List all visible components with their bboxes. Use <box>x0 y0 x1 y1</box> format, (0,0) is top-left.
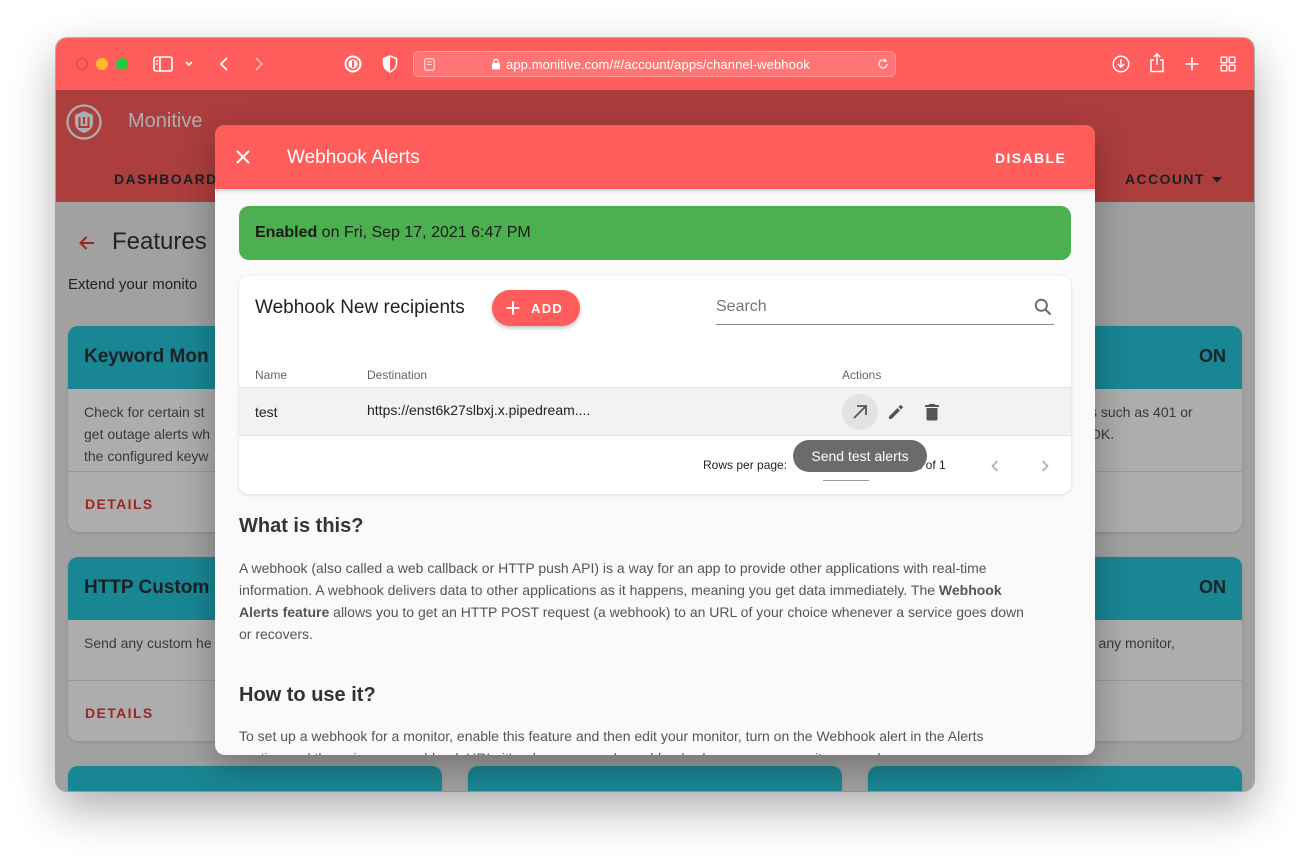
paragraph-line: information. A webhook delivers data to … <box>239 579 1069 601</box>
what-is-this-text: A webhook (also called a web callback or… <box>239 557 1069 645</box>
password-manager-icon[interactable] <box>343 54 363 74</box>
share-icon[interactable] <box>1147 52 1167 74</box>
dialog-header: Webhook Alerts DISABLE <box>215 125 1095 189</box>
text-span: allows you to get an HTTP POST request (… <box>329 604 1024 620</box>
plus-icon <box>505 300 521 316</box>
how-to-use-heading: How to use it? <box>239 684 376 706</box>
send-test-alerts-tooltip: Send test alerts <box>793 440 927 472</box>
enabled-status-banner: Enabled on Fri, Sep 17, 2021 6:47 PM <box>239 206 1071 260</box>
forward-icon[interactable] <box>251 54 267 74</box>
bold-text: Alerts feature <box>239 604 330 620</box>
text-span: information. A webhook delivers data to … <box>239 582 936 598</box>
table-row: test https://enst6k27slbxj.x.pipedream..… <box>239 387 1071 436</box>
search-field[interactable] <box>716 294 1054 325</box>
enabled-date: on Fri, Sep 17, 2021 6:47 PM <box>317 224 531 241</box>
recipients-title: Webhook New recipients <box>255 297 465 318</box>
column-header-name[interactable]: Name <box>255 368 287 382</box>
recipient-name: test <box>255 404 278 420</box>
rows-per-page-label: Rows per page: <box>703 458 788 472</box>
column-header-destination[interactable]: Destination <box>367 368 427 382</box>
zoom-window-button[interactable] <box>116 58 128 70</box>
previous-page-icon[interactable] <box>983 454 1007 478</box>
bold-text: Webhook <box>938 582 1002 598</box>
paragraph-line: A webhook (also called a web callback or… <box>239 560 987 576</box>
column-header-actions: Actions <box>842 368 882 382</box>
back-icon[interactable] <box>216 54 232 74</box>
add-label: ADD <box>531 300 564 316</box>
reload-icon[interactable] <box>876 57 890 71</box>
close-window-button[interactable] <box>76 58 88 70</box>
url-text: app.monitive.com/#/account/apps/channel-… <box>506 57 810 72</box>
close-icon[interactable] <box>231 145 255 169</box>
tab-overview-icon[interactable] <box>1218 54 1238 74</box>
paragraph-line: section and then give your webhook URL; … <box>239 747 1069 755</box>
lock-icon <box>490 57 502 71</box>
download-icon[interactable] <box>1110 53 1132 75</box>
chevron-down-icon[interactable] <box>183 56 195 72</box>
delete-icon[interactable] <box>921 401 943 423</box>
paragraph-line: Alerts feature allows you to get an HTTP… <box>239 601 1069 623</box>
next-page-icon[interactable] <box>1033 454 1057 478</box>
sidebar-icon[interactable] <box>152 54 174 74</box>
minimize-window-button[interactable] <box>96 58 108 70</box>
search-input[interactable] <box>716 296 1016 318</box>
paragraph-line: or recovers. <box>239 626 313 642</box>
reader-icon[interactable] <box>422 57 436 71</box>
new-tab-icon[interactable] <box>1182 54 1202 74</box>
how-to-use-text: To set up a webhook for a monitor, enabl… <box>239 725 1069 755</box>
shield-icon[interactable] <box>381 54 399 74</box>
edit-icon[interactable] <box>885 401 907 423</box>
recipients-panel: Webhook New recipients ADD Name Destinat… <box>239 276 1071 494</box>
browser-window: app.monitive.com/#/account/apps/channel-… <box>56 38 1254 791</box>
enabled-label: Enabled <box>255 224 318 241</box>
enabled-status-text: Enabled on Fri, Sep 17, 2021 6:47 PM <box>255 224 531 242</box>
disable-button[interactable]: DISABLE <box>995 150 1066 166</box>
search-icon[interactable] <box>1032 296 1054 318</box>
paragraph-line: To set up a webhook for a monitor, enabl… <box>239 728 984 744</box>
send-test-alerts-button[interactable] <box>842 394 878 430</box>
recipient-destination: https://enst6k27slbxj.x.pipedream.... <box>367 402 591 418</box>
what-is-this-heading: What is this? <box>239 515 364 537</box>
webhook-alerts-dialog: Webhook Alerts DISABLE Enabled on Fri, S… <box>215 125 1095 755</box>
address-bar[interactable]: app.monitive.com/#/account/apps/channel-… <box>413 51 896 77</box>
add-recipient-button[interactable]: ADD <box>492 290 580 326</box>
browser-toolbar: app.monitive.com/#/account/apps/channel-… <box>56 38 1254 90</box>
dialog-body: Enabled on Fri, Sep 17, 2021 6:47 PM Web… <box>215 189 1095 755</box>
dialog-title: Webhook Alerts <box>287 147 420 168</box>
